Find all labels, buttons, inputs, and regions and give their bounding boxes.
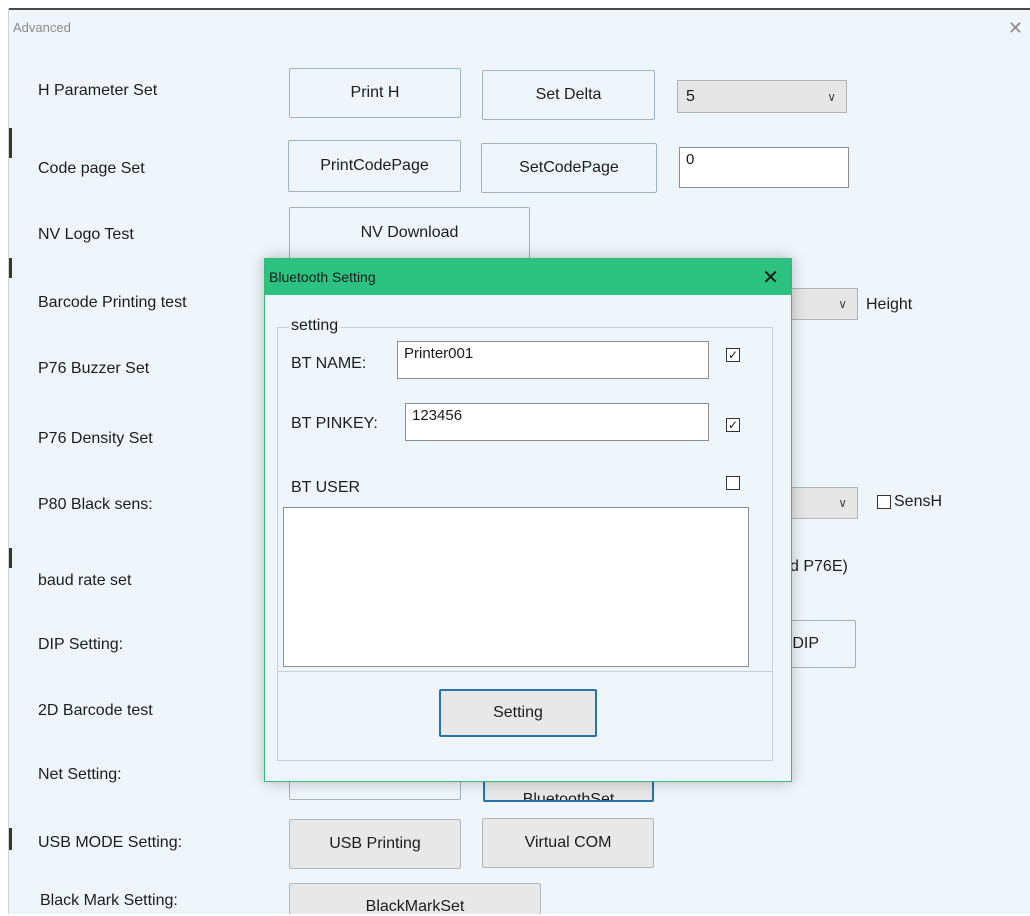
chevron-down-icon: ∨ bbox=[827, 89, 836, 104]
window-titlebar: Advanced ✕ bbox=[9, 8, 1030, 40]
dialog-divider bbox=[277, 671, 773, 672]
label-p80-black-sens: P80 Black sens: bbox=[38, 496, 153, 513]
label-usb-mode-setting: USB MODE Setting: bbox=[38, 834, 183, 851]
bt-pinkey-label: BT PINKEY: bbox=[291, 415, 378, 432]
delta-select[interactable]: 5 ∨ bbox=[677, 80, 847, 113]
chevron-down-icon: ∨ bbox=[838, 297, 847, 311]
usb-printing-button[interactable]: USB Printing bbox=[289, 819, 461, 869]
window-edge-mark bbox=[9, 128, 12, 158]
bt-name-checkbox[interactable]: ✓ bbox=[726, 348, 740, 362]
window-edge-mark bbox=[9, 828, 12, 850]
bt-name-label: BT NAME: bbox=[291, 355, 367, 372]
label-2d-barcode-test: 2D Barcode test bbox=[38, 702, 153, 719]
bt-user-label: BT USER bbox=[291, 479, 361, 496]
setting-button[interactable]: Setting bbox=[439, 689, 597, 737]
window-edge-mark bbox=[9, 258, 12, 278]
label-h-parameter-set: H Parameter Set bbox=[38, 82, 158, 99]
bt-name-input[interactable]: Printer001 bbox=[397, 341, 709, 379]
label-p76-density-set: P76 Density Set bbox=[38, 430, 153, 447]
window-title: Advanced bbox=[13, 20, 71, 35]
virtual-com-button[interactable]: Virtual COM bbox=[482, 818, 654, 868]
black-mark-set-button[interactable]: BlackMarkSet bbox=[289, 883, 541, 915]
sensh-label: SensH bbox=[894, 493, 943, 510]
window-edge-mark bbox=[9, 548, 12, 568]
print-h-button[interactable]: Print H bbox=[289, 68, 461, 118]
dialog-title: Bluetooth Setting bbox=[269, 269, 376, 285]
check-icon: ✓ bbox=[727, 348, 739, 362]
bluetooth-setting-dialog: Bluetooth Setting ✕ setting BT NAME: Pri… bbox=[264, 258, 792, 782]
bt-user-textarea[interactable] bbox=[283, 507, 749, 667]
label-baud-rate-set: baud rate set bbox=[38, 572, 132, 589]
delta-select-value: 5 bbox=[686, 87, 695, 105]
label-net-setting: Net Setting: bbox=[38, 766, 122, 783]
set-code-page-button[interactable]: SetCodePage bbox=[481, 143, 657, 193]
check-icon: ✓ bbox=[727, 418, 739, 432]
code-page-input[interactable]: 0 bbox=[679, 147, 849, 188]
label-code-page-set: Code page Set bbox=[38, 160, 145, 177]
dialog-close-icon[interactable]: ✕ bbox=[762, 265, 779, 290]
bt-pinkey-checkbox[interactable]: ✓ bbox=[726, 418, 740, 432]
bt-pinkey-input[interactable]: 123456 bbox=[405, 403, 709, 441]
dialog-titlebar: Bluetooth Setting ✕ bbox=[265, 259, 791, 295]
window-close-icon[interactable]: ✕ bbox=[1008, 18, 1023, 39]
print-code-page-button[interactable]: PrintCodePage bbox=[288, 140, 461, 192]
label-black-mark-setting: Black Mark Setting: bbox=[40, 892, 178, 909]
baud-rate-partial-label: d P76E) bbox=[790, 558, 848, 575]
nv-download-button[interactable]: NV Download bbox=[289, 207, 530, 259]
set-delta-button[interactable]: Set Delta bbox=[482, 70, 655, 120]
label-barcode-printing-test: Barcode Printing test bbox=[38, 294, 187, 311]
bluetooth-set-label: BluetoothSet bbox=[522, 791, 615, 802]
height-label: Height bbox=[866, 296, 913, 313]
bt-user-checkbox[interactable] bbox=[726, 476, 740, 490]
sensh-checkbox[interactable] bbox=[877, 495, 891, 509]
label-nv-logo-test: NV Logo Test bbox=[38, 226, 134, 243]
setting-group-label: setting bbox=[289, 317, 341, 335]
label-dip-setting: DIP Setting: bbox=[38, 636, 124, 653]
label-p76-buzzer-set: P76 Buzzer Set bbox=[38, 360, 150, 377]
chevron-down-icon: ∨ bbox=[838, 496, 847, 510]
